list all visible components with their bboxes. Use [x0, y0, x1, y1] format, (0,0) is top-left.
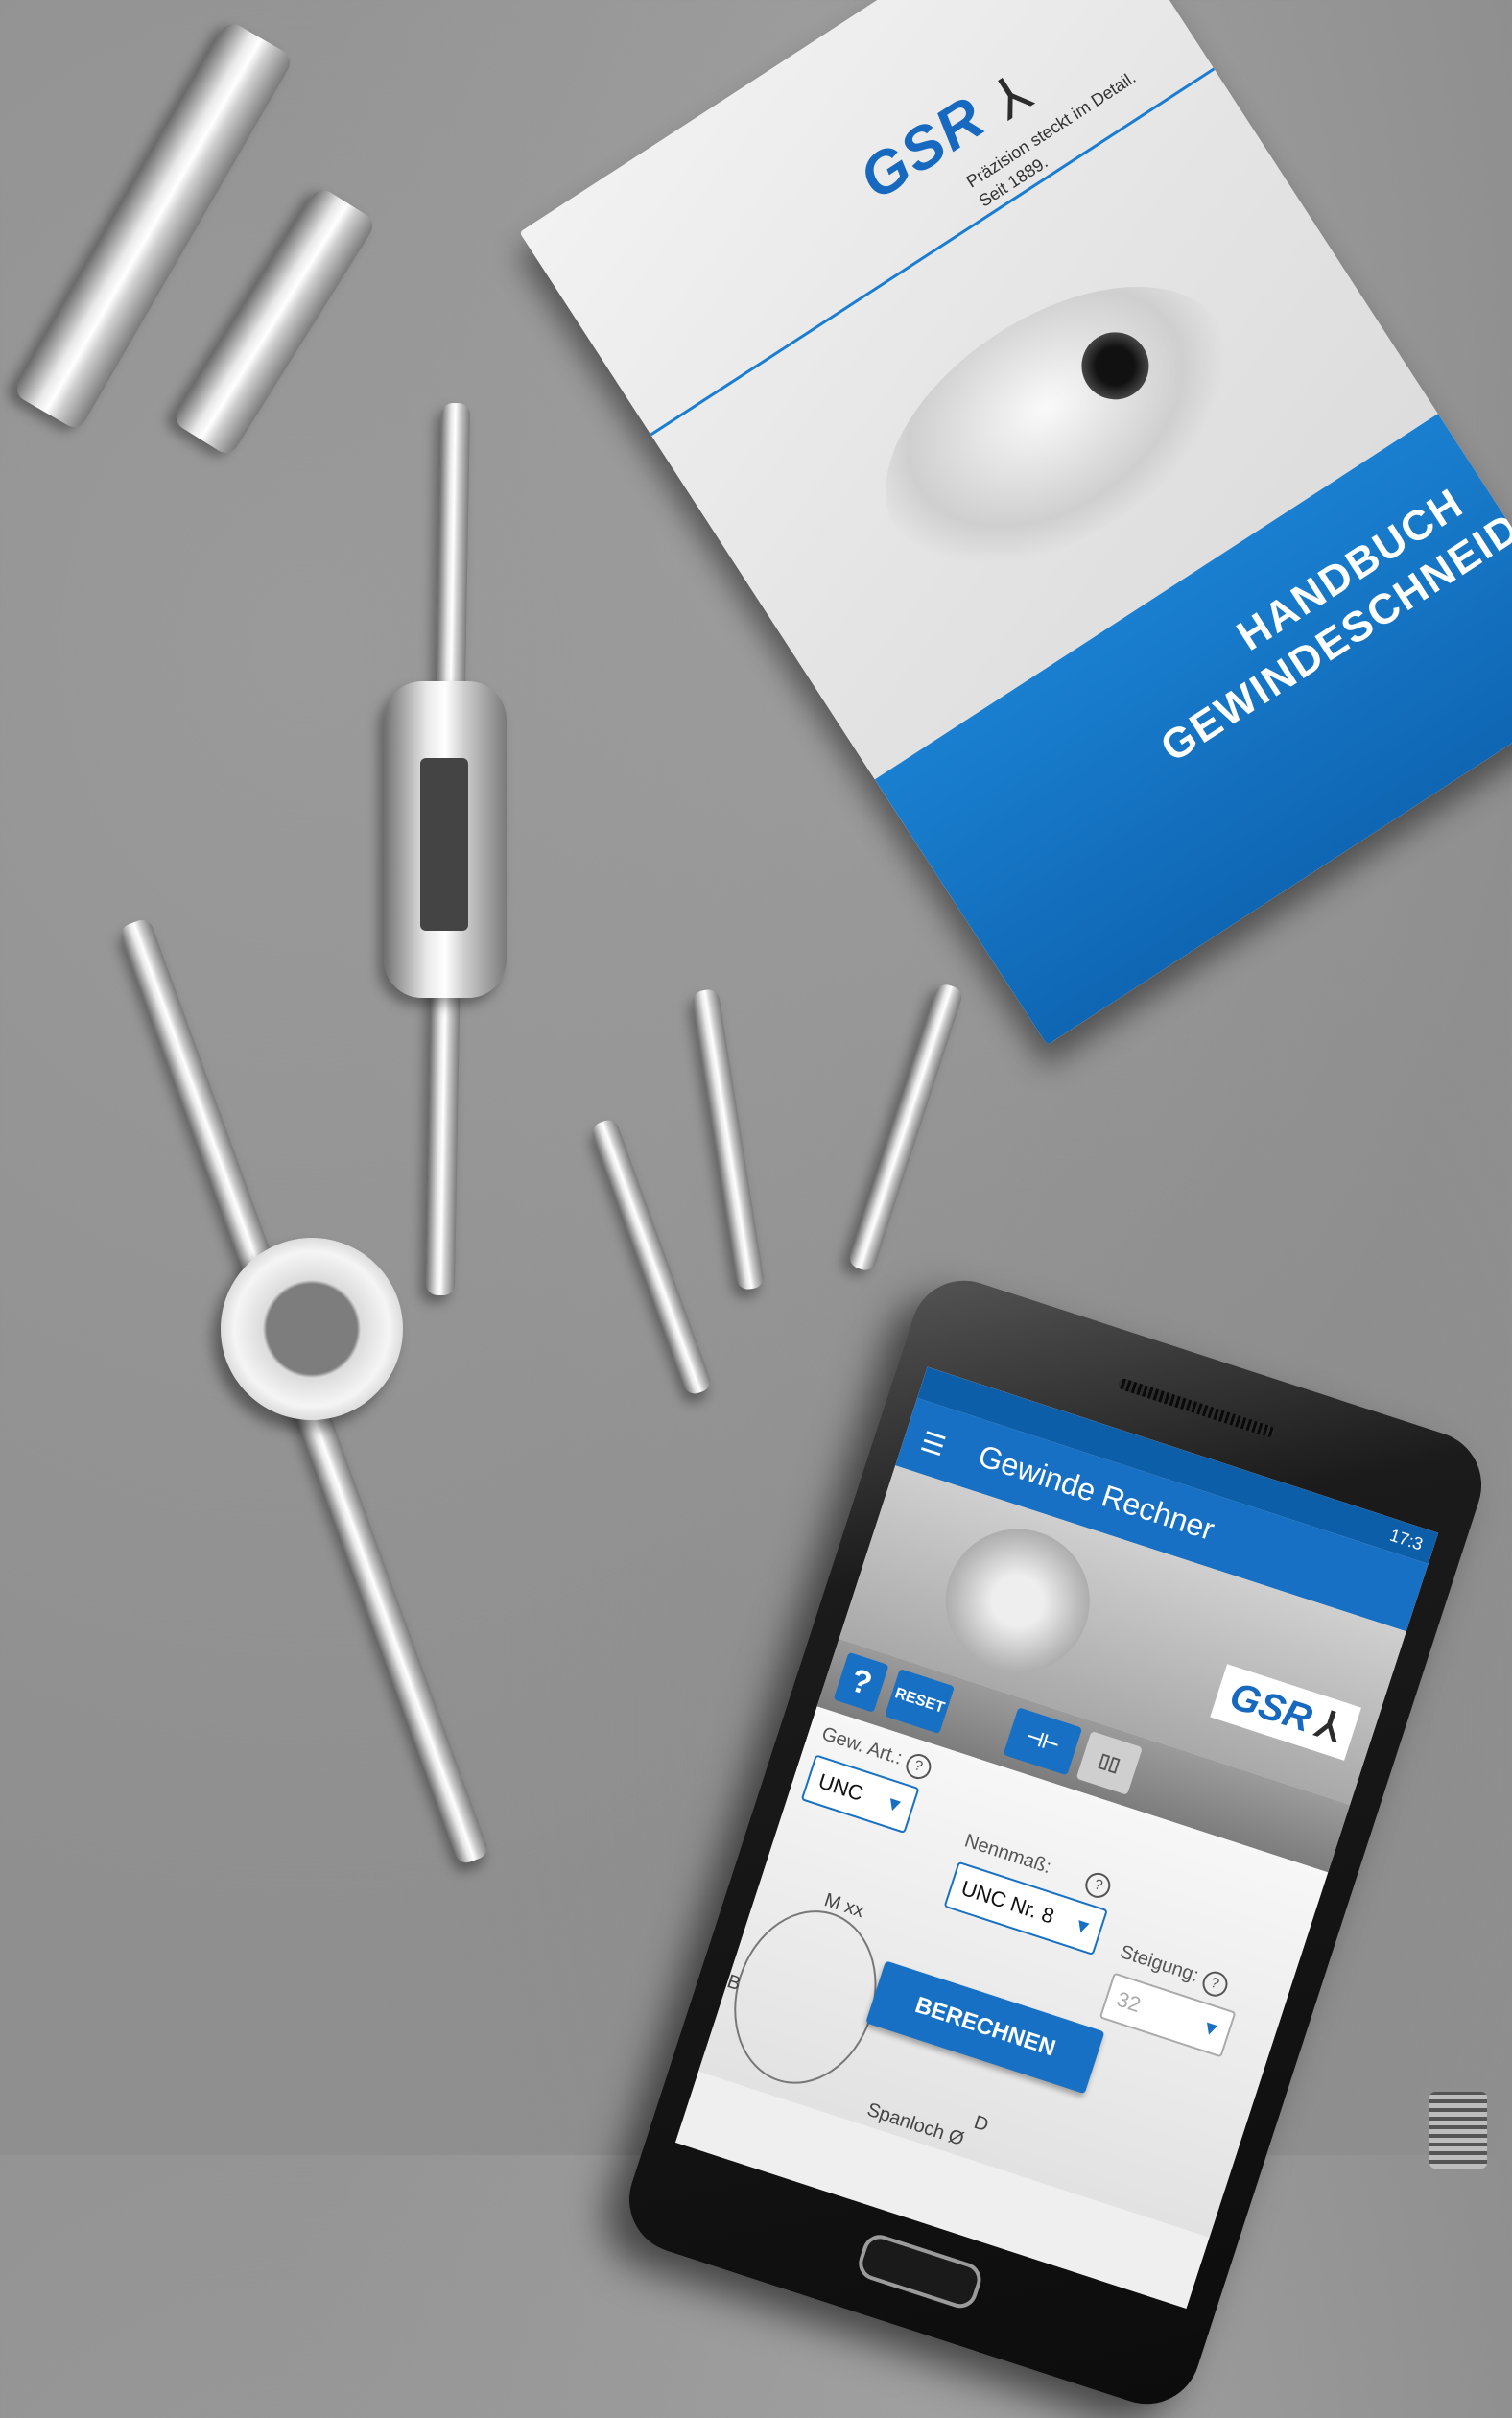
- smartphone: 17:3 ☰ Gewinde Rechner GSR⅄ ? RESET ⊣⊢ ▯…: [615, 1267, 1496, 2418]
- nominal-size-value: UNC Nr. 8: [957, 1875, 1058, 1929]
- thread-type-value: UNC: [815, 1768, 867, 1806]
- tab-external-thread-icon[interactable]: ⊣⊢: [1003, 1707, 1083, 1776]
- drawing-label-chip-hole: Spanloch Ø: [864, 2098, 967, 2150]
- thread-insert-spring: [1429, 2092, 1487, 2169]
- home-button[interactable]: [854, 2230, 986, 2312]
- hero-logo-mark: ⅄: [1311, 1702, 1347, 1750]
- tap-3: [846, 982, 965, 1273]
- help-button[interactable]: ?: [833, 1651, 889, 1713]
- tap-1: [589, 1117, 714, 1397]
- pitch-value: 32: [1114, 1986, 1145, 2017]
- tab-internal-thread-icon[interactable]: ▯▯: [1075, 1730, 1143, 1795]
- phone-screen: 17:3 ☰ Gewinde Rechner GSR⅄ ? RESET ⊣⊢ ▯…: [674, 1366, 1439, 2309]
- chevron-down-icon: ▼: [1198, 2016, 1223, 2043]
- drawing-label-d: D: [971, 2111, 992, 2137]
- hero-logo: GSR⅄: [1210, 1664, 1361, 1761]
- help-circle-icon[interactable]: ?: [1198, 1968, 1231, 2000]
- book-tagline: Präzision steckt im Detail. Seit 1889.: [962, 37, 1196, 212]
- tap-2: [691, 987, 766, 1292]
- hero-logo-text: GSR: [1224, 1674, 1317, 1741]
- concrete-background: GSR ⅄ Präzision steckt im Detail. Seit 1…: [0, 0, 1512, 2418]
- handbook: GSR ⅄ Präzision steckt im Detail. Seit 1…: [519, 0, 1512, 1046]
- thread-die-image: [927, 1510, 1109, 1693]
- tap-hole: [1069, 319, 1162, 413]
- hamburger-menu-icon[interactable]: ☰: [917, 1425, 950, 1462]
- book-logo-mark: ⅄: [980, 61, 1042, 131]
- reset-button[interactable]: RESET: [884, 1669, 956, 1735]
- tap-wrench-jaw: [420, 758, 468, 931]
- thread-drawing: [712, 1891, 899, 2103]
- chevron-down-icon: ▼: [1070, 1913, 1096, 1940]
- help-circle-icon[interactable]: ?: [902, 1750, 934, 1783]
- book-tagline-1: Präzision steckt im Detail.: [962, 67, 1140, 192]
- phone-speaker: [1117, 1377, 1276, 1439]
- die-stock-ring: [221, 1238, 403, 1420]
- help-circle-icon[interactable]: ?: [1082, 1869, 1115, 1902]
- chevron-down-icon: ▼: [882, 1791, 907, 1818]
- countersink-tool: [171, 184, 378, 459]
- calculate-button[interactable]: BERECHNEN: [865, 1960, 1105, 2095]
- status-time: 17:3: [1387, 1525, 1426, 1554]
